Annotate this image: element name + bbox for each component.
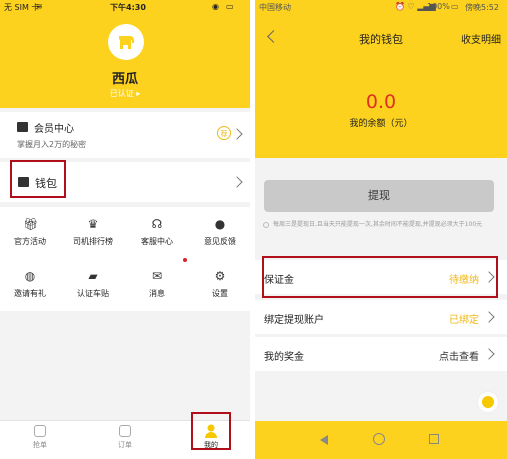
vip-subtitle: 掌握月入2万的秘密: [17, 140, 87, 149]
carrier-label: 无 SIM 卡: [4, 3, 40, 12]
grid-item-label: 客服中心: [141, 237, 173, 246]
recommend-badge: 荐: [217, 126, 231, 140]
wifi-icon: ≋: [36, 2, 43, 11]
grid-item-label: 意见反馈: [204, 237, 236, 246]
gear-icon: ⚙: [214, 269, 226, 283]
grid-item-settings[interactable]: ⚙ 设置: [190, 269, 250, 299]
verified-status[interactable]: 已认证 ▸: [0, 88, 250, 99]
system-nav-bar: [255, 421, 507, 459]
grid-item-invite[interactable]: ◍ 邀请有礼: [0, 269, 60, 299]
grid-item-label: 邀请有礼: [14, 289, 46, 298]
battery-label: 100%: [427, 2, 450, 11]
wallet-label: 钱包: [35, 177, 57, 190]
vip-icon: [17, 122, 28, 132]
battery-icon: ▭: [451, 2, 459, 11]
grid-item-feedback[interactable]: ● 意见反馈: [190, 217, 250, 247]
wallet-header: 中国移动 ⏰ ♡ ▂▄▆ 100% ▭ 傍晚5:52 我的钱包 收支明细 0.0…: [255, 0, 507, 158]
row-key: 绑定提现账户: [264, 315, 324, 326]
tab-grab-order[interactable]: 抢单: [15, 425, 65, 450]
grid-item-label: 消息: [149, 289, 165, 298]
withdraw-notice: 每周三是提现日,且当天只能提现一次,其余时间不能提现,并提现必须大于100元: [263, 221, 499, 229]
bind-account-row[interactable]: 绑定提现账户 已绑定: [255, 300, 507, 334]
balance-label: 我的余额（元）: [349, 119, 413, 129]
battery-icon: ▭: [226, 2, 234, 11]
row-value: 点击查看: [439, 352, 479, 363]
grid-item-messages[interactable]: ✉ 消息: [127, 269, 187, 299]
chevron-right-icon: [231, 176, 243, 188]
status-bar: 中国移动 ⏰ ♡ ▂▄▆ 100% ▭ 傍晚5:52: [255, 0, 507, 14]
grid-item-label: 设置: [212, 289, 228, 298]
grid-item-car-sticker[interactable]: ▰ 认证车贴: [63, 269, 123, 299]
nav-back-icon[interactable]: [320, 435, 328, 445]
tab-orders[interactable]: 订单: [100, 425, 150, 450]
grid-item-label: 司机排行榜: [73, 237, 113, 246]
user-name: 西瓜: [111, 72, 138, 87]
support-face-icon: [482, 396, 494, 408]
bonus-row[interactable]: 我的奖金 点击查看: [255, 337, 507, 371]
clock: 下午4:30: [110, 3, 146, 12]
info-icon: [263, 222, 269, 228]
grid-item-label: 官方活动: [14, 237, 46, 246]
row-value: 已绑定: [449, 315, 479, 326]
order-icon: [119, 425, 131, 437]
withdraw-button[interactable]: 提现: [264, 180, 494, 212]
row-key: 我的奖金: [264, 352, 304, 363]
profile-screen: 无 SIM 卡 ≋ 下午4:30 ◉ ▭ 西瓜 已认证 ▸ 会员中心 掌握月入2…: [0, 0, 250, 459]
tab-label: 抢单: [33, 441, 47, 449]
elephant-logo-icon: [119, 36, 134, 49]
notice-text: 每周三是提现日,且当天只能提现一次,其余时间不能提现,并提现必须大于100元: [273, 221, 483, 228]
location-icon: ◉: [212, 2, 219, 11]
unread-dot: [183, 258, 187, 262]
headset-icon: ☊: [151, 217, 163, 231]
avatar[interactable]: [108, 24, 144, 60]
chat-icon: ●: [214, 217, 226, 231]
vip-center-row[interactable]: 会员中心 掌握月入2万的秘密 荐: [0, 112, 250, 158]
balance-amount: 0.0: [365, 91, 397, 113]
chevron-right-icon: [483, 348, 495, 360]
grab-order-icon: [34, 425, 46, 437]
grid-item-label: 认证车贴: [77, 289, 109, 298]
trophy-icon: ♛: [87, 217, 99, 231]
tab-mine-highlight-box: [191, 412, 231, 450]
chevron-right-icon: [231, 128, 243, 140]
grid-item-leaderboard[interactable]: ♛ 司机排行榜: [63, 217, 123, 247]
mail-icon: ✉: [151, 269, 163, 283]
wallet-icon: [18, 177, 29, 187]
status-bar: 无 SIM 卡 ≋ 下午4:30 ◉ ▭: [0, 0, 250, 14]
truck-icon: ▰: [88, 269, 98, 283]
gift-icon: 🎁︎: [23, 217, 39, 231]
profile-header: 无 SIM 卡 ≋ 下午4:30 ◉ ▭ 西瓜 已认证 ▸: [0, 0, 250, 108]
tab-label: 订单: [118, 441, 132, 449]
nav-recent-apps-icon[interactable]: [429, 434, 439, 444]
deposit-highlight-box: [262, 256, 498, 298]
wallet-screen: 中国移动 ⏰ ♡ ▂▄▆ 100% ▭ 傍晚5:52 我的钱包 收支明细 0.0…: [255, 0, 507, 459]
money-bag-icon: ◍: [24, 269, 36, 283]
grid-item-customer-service[interactable]: ☊ 客服中心: [127, 217, 187, 247]
vip-title: 会员中心: [34, 124, 74, 135]
transaction-details-link[interactable]: 收支明细: [461, 31, 501, 46]
clock: 傍晚5:52: [465, 3, 499, 12]
customer-support-button[interactable]: [477, 391, 499, 413]
feature-grid: 🎁︎ 官方活动 ♛ 司机排行榜 ☊ 客服中心 ● 意见反馈 ◍ 邀请有礼 ▰ 认…: [0, 207, 250, 311]
carrier-label: 中国移动: [259, 3, 291, 12]
chevron-right-icon: [483, 311, 495, 323]
wallet-row[interactable]: 钱包: [0, 160, 250, 202]
nav-home-icon[interactable]: [373, 433, 385, 445]
grid-item-activities[interactable]: 🎁︎ 官方活动: [0, 217, 60, 247]
